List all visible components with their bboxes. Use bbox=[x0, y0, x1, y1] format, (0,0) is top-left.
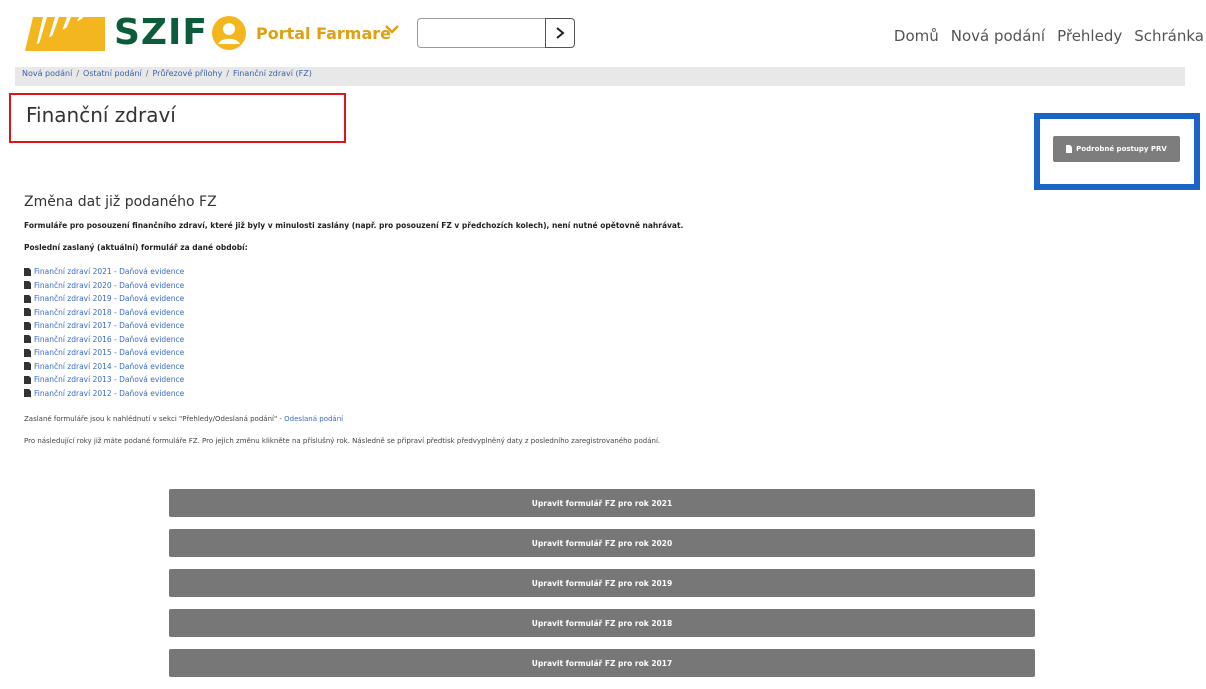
breadcrumb-item[interactable]: Finanční zdraví (FZ) bbox=[233, 69, 312, 78]
document-icon bbox=[24, 335, 31, 344]
form-link-label: Finanční zdraví 2021 - Daňová evidence bbox=[34, 267, 185, 277]
section-heading: Změna dat již podaného FZ bbox=[24, 194, 217, 210]
form-link-label: Finanční zdraví 2015 - Daňová evidence bbox=[34, 348, 185, 358]
form-link[interactable]: Finanční zdraví 2020 - Daňová evidence bbox=[24, 279, 184, 293]
prv-button-label: Podrobné postupy PRV bbox=[1076, 145, 1167, 153]
breadcrumb-item[interactable]: Průřezové přílohy bbox=[152, 69, 222, 78]
portal-farmare-menu[interactable]: Portal Farmare bbox=[256, 24, 391, 43]
edit-fz-2020-button[interactable]: Upravit formulář FZ pro rok 2020 bbox=[169, 529, 1035, 557]
breadcrumb-separator: / bbox=[76, 69, 80, 78]
form-link[interactable]: Finanční zdraví 2016 - Daňová evidence bbox=[24, 333, 184, 347]
szif-logo-text[interactable]: SZIF bbox=[114, 12, 208, 53]
nav-new-submissions[interactable]: Nová podání bbox=[951, 27, 1045, 45]
user-circle-icon[interactable] bbox=[212, 16, 246, 50]
document-icon bbox=[24, 267, 31, 276]
document-icon bbox=[24, 389, 31, 398]
edit-fz-2017-button[interactable]: Upravit formulář FZ pro rok 2017 bbox=[169, 649, 1035, 677]
sent-submissions-link[interactable]: Odeslaná podání bbox=[284, 415, 343, 423]
info-text-bold: Poslední zaslaný (aktuální) formulář za … bbox=[24, 243, 248, 252]
form-link-label: Finanční zdraví 2013 - Daňová evidence bbox=[34, 375, 185, 385]
form-link[interactable]: Finanční zdraví 2013 - Daňová evidence bbox=[24, 373, 184, 387]
edit-fz-2018-button[interactable]: Upravit formulář FZ pro rok 2018 bbox=[169, 609, 1035, 637]
page-title-highlight: Finanční zdraví bbox=[9, 93, 346, 143]
sent-forms-note: Zaslané formuláře jsou k nahlédnutí v se… bbox=[24, 415, 343, 423]
form-link-label: Finanční zdraví 2019 - Daňová evidence bbox=[34, 294, 185, 304]
document-icon bbox=[24, 375, 31, 384]
szif-logo-stripes[interactable] bbox=[25, 17, 105, 51]
form-link[interactable]: Finanční zdraví 2018 - Daňová evidence bbox=[24, 306, 184, 320]
sent-forms-note-text: Zaslané formuláře jsou k nahlédnutí v se… bbox=[24, 415, 285, 423]
form-link[interactable]: Finanční zdraví 2021 - Daňová evidence bbox=[24, 265, 184, 279]
top-navigation: Domů Nová podání Přehledy Schránka bbox=[894, 27, 1204, 45]
search-input[interactable] bbox=[417, 18, 545, 48]
form-link-label: Finanční zdraví 2014 - Daňová evidence bbox=[34, 361, 185, 371]
chevron-right-icon bbox=[556, 27, 565, 39]
document-icon bbox=[24, 348, 31, 357]
form-link-label: Finanční zdraví 2017 - Daňová evidence bbox=[34, 321, 185, 331]
breadcrumb-item[interactable]: Ostatní podání bbox=[83, 69, 142, 78]
chevron-down-icon[interactable] bbox=[384, 22, 400, 36]
breadcrumb-separator: / bbox=[226, 69, 230, 78]
form-link[interactable]: Finanční zdraví 2017 - Daňová evidence bbox=[24, 319, 184, 333]
page-title: Finanční zdraví bbox=[26, 103, 176, 127]
breadcrumb-item[interactable]: Nová podání bbox=[22, 69, 72, 78]
form-link-label: Finanční zdraví 2016 - Daňová evidence bbox=[34, 334, 185, 344]
form-link-label: Finanční zdraví 2020 - Daňová evidence bbox=[34, 280, 185, 290]
edit-fz-2019-button[interactable]: Upravit formulář FZ pro rok 2019 bbox=[169, 569, 1035, 597]
breadcrumb-separator: / bbox=[145, 69, 149, 78]
document-icon bbox=[24, 321, 31, 330]
nav-overviews[interactable]: Přehledy bbox=[1057, 27, 1122, 45]
breadcrumb: Nová podání / Ostatní podání / Průřezové pří… bbox=[15, 67, 1185, 86]
year-buttons: Upravit formulář FZ pro rok 2021 Upravit… bbox=[169, 489, 1035, 689]
form-list: Finanční zdraví 2021 - Daňová evidence F… bbox=[24, 265, 184, 400]
edit-fz-2021-button[interactable]: Upravit formulář FZ pro rok 2021 bbox=[169, 489, 1035, 517]
form-link[interactable]: Finanční zdraví 2012 - Daňová evidence bbox=[24, 387, 184, 401]
nav-home[interactable]: Domů bbox=[894, 27, 939, 45]
form-link[interactable]: Finanční zdraví 2019 - Daňová evidence bbox=[24, 292, 184, 306]
document-icon bbox=[24, 362, 31, 371]
form-link[interactable]: Finanční zdraví 2014 - Daňová evidence bbox=[24, 360, 184, 374]
nav-mailbox[interactable]: Schránka bbox=[1134, 27, 1204, 45]
form-link-label: Finanční zdraví 2018 - Daňová evidence bbox=[34, 307, 185, 317]
form-link[interactable]: Finanční zdraví 2015 - Daňová evidence bbox=[24, 346, 184, 360]
document-icon bbox=[24, 294, 31, 303]
document-icon bbox=[1066, 145, 1073, 153]
info-text-bold: Formuláře pro posouzení finančního zdrav… bbox=[24, 221, 684, 230]
form-link-label: Finanční zdraví 2012 - Daňová evidence bbox=[34, 388, 185, 398]
document-icon bbox=[24, 281, 31, 290]
document-icon bbox=[24, 308, 31, 317]
search-button[interactable] bbox=[545, 18, 575, 48]
prv-procedures-button[interactable]: Podrobné postupy PRV bbox=[1053, 136, 1180, 162]
following-years-note: Pro následující roky již máte podané for… bbox=[24, 437, 661, 445]
